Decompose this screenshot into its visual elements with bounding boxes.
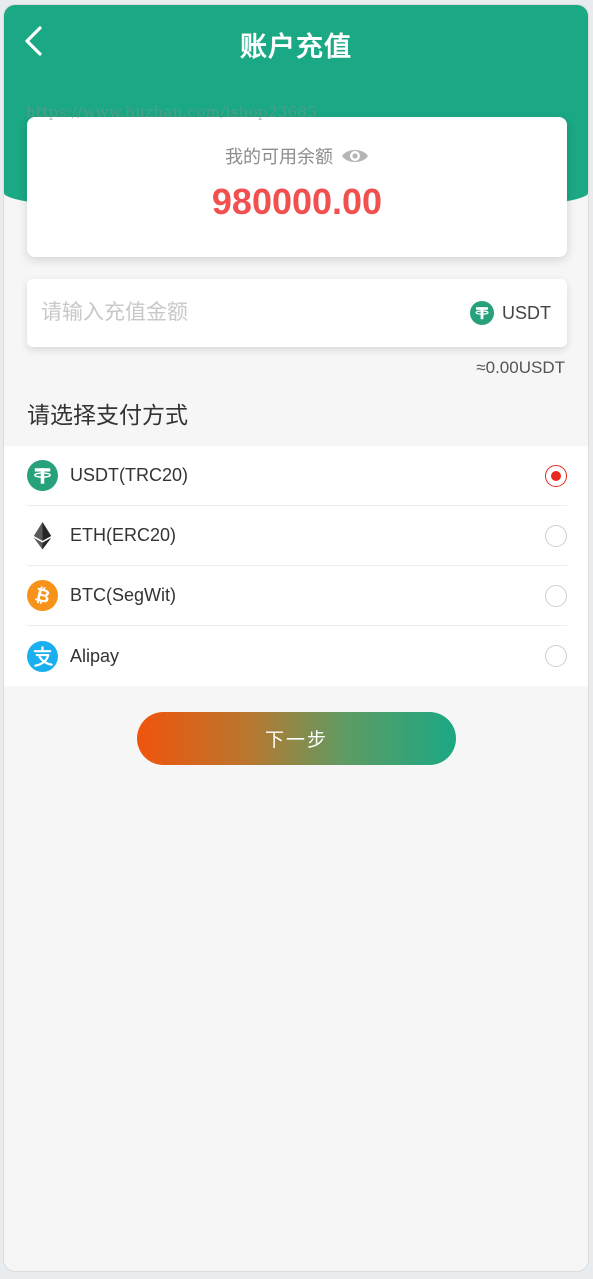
payment-item-eth[interactable]: ETH(ERC20)	[27, 506, 567, 566]
balance-label: 我的可用余额	[225, 147, 333, 167]
payment-label: BTC(SegWit)	[70, 585, 177, 605]
balance-card: 我的可用余额 980000.00	[27, 117, 567, 257]
bitcoin-icon: ₿	[27, 580, 58, 611]
payment-label: Alipay	[70, 645, 120, 666]
next-step-button[interactable]: 下一步	[137, 712, 456, 765]
payment-label: USDT(TRC20)	[70, 465, 189, 485]
eye-icon[interactable]	[341, 147, 369, 165]
converted-amount: ≈0.00USDT	[476, 358, 565, 377]
tether-icon	[27, 460, 58, 491]
balance-value: 980000.00	[211, 181, 383, 222]
payment-item-alipay[interactable]: Alipay	[27, 626, 567, 686]
ethereum-icon	[33, 521, 52, 550]
alipay-icon	[27, 640, 58, 672]
amount-input[interactable]	[27, 279, 470, 347]
page-title: 账户充值	[240, 32, 352, 62]
currency-label: USDT	[502, 302, 551, 323]
radio-unselected[interactable]	[545, 524, 567, 547]
currency-unit: USDT	[470, 301, 567, 325]
payment-section-title: 请选择支付方式	[27, 402, 188, 428]
payment-item-btc[interactable]: ₿ BTC(SegWit)	[27, 566, 567, 626]
payment-item-usdt[interactable]: USDT(TRC20)	[27, 446, 567, 506]
radio-unselected[interactable]	[545, 645, 567, 667]
tether-icon	[470, 301, 494, 325]
radio-selected[interactable]	[545, 464, 567, 487]
amount-box: USDT	[27, 279, 567, 347]
watermark-text: https://www.huzhan.com/ishop23685	[26, 103, 318, 121]
payment-label: ETH(ERC20)	[70, 525, 177, 545]
balance-label-row: 我的可用余额	[27, 143, 567, 169]
payment-method-list: USDT(TRC20) ETH(ERC20) ₿ BTC(SegWit) Ali…	[4, 446, 588, 686]
phone-screen: 账户充值 https://www.huzhan.com/ishop23685 我…	[3, 4, 589, 1272]
radio-unselected[interactable]	[545, 584, 567, 607]
